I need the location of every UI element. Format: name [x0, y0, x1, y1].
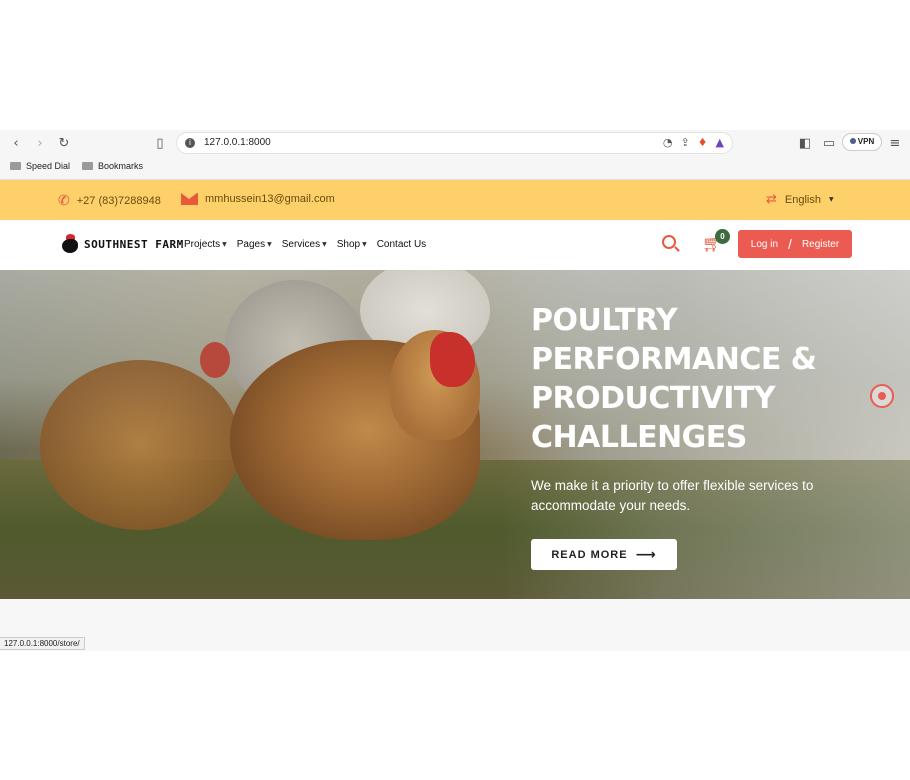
- address-bar[interactable]: i 127.0.0.1:8000 ◔ ⇪ ♦ ▲: [176, 132, 733, 154]
- info-icon[interactable]: i: [185, 138, 195, 148]
- nav-menu: Projects ▼ Pages ▼ Services ▼ Shop ▼ Contact…: [184, 239, 426, 250]
- chevron-down-icon: ▼: [362, 241, 367, 248]
- email-contact[interactable]: mmhussein13@gmail.com: [181, 193, 335, 205]
- mail-icon: [181, 193, 198, 205]
- main-navbar: SOUTHNEST FARM Projects ▼ Pages ▼ Services…: [0, 220, 910, 270]
- url-text: 127.0.0.1:8000: [204, 137, 271, 148]
- hen-image: [40, 360, 240, 530]
- hero-subtitle: We make it a priority to offer flexible …: [531, 478, 814, 513]
- slider-indicator[interactable]: [870, 384, 894, 408]
- register-link[interactable]: Register: [802, 239, 839, 250]
- page-section: [0, 599, 910, 651]
- back-icon[interactable]: ‹: [6, 133, 26, 153]
- contact-bar: ✆ +27 (83)7288948 mmhussein13@gmail.com …: [0, 180, 910, 220]
- nav-item-contact[interactable]: Contact Us: [377, 239, 426, 250]
- nav-item-services[interactable]: Services ▼: [282, 239, 327, 250]
- phone-contact[interactable]: ✆ +27 (83)7288948: [58, 193, 161, 209]
- rooster-icon: [60, 233, 80, 255]
- bookmark-speed-dial[interactable]: Speed Dial: [10, 161, 70, 171]
- logo[interactable]: SOUTHNEST FARM: [60, 233, 184, 255]
- status-url: 127.0.0.1:8000/store/: [0, 637, 85, 650]
- browser-window: ‹ › ↻ ▯ i 127.0.0.1:8000 ◔ ⇪ ♦ ▲ ◧ ▭ VPN…: [0, 130, 910, 651]
- menu-icon[interactable]: ≡: [885, 133, 905, 153]
- rewards-icon[interactable]: ▲: [716, 136, 724, 149]
- logo-text: SOUTHNEST FARM: [84, 237, 184, 251]
- read-more-button[interactable]: READ MORE ⟶: [531, 539, 677, 570]
- hero-title: POULTRY PERFORMANCE & PRODUCTIVITY CHALL…: [531, 303, 817, 455]
- bookmarks-bar: Speed Dial Bookmarks: [0, 156, 910, 180]
- folder-icon: [82, 162, 93, 170]
- browser-toolbar: ‹ › ↻ ▯ i 127.0.0.1:8000 ◔ ⇪ ♦ ▲ ◧ ▭ VPN…: [0, 130, 910, 156]
- phone-icon: ✆: [58, 193, 70, 209]
- language-selector[interactable]: ⇄ English ▼: [766, 192, 834, 207]
- bookmark-bookmarks[interactable]: Bookmarks: [82, 161, 143, 171]
- reload-icon[interactable]: ↻: [54, 133, 74, 153]
- cart-count-badge: 0: [715, 229, 730, 244]
- vpn-dot-icon: [849, 138, 856, 144]
- bookmark-icon[interactable]: ▯: [150, 133, 170, 153]
- speed-icon[interactable]: ◔: [663, 136, 673, 149]
- folder-icon: [10, 162, 21, 170]
- chevron-down-icon: ▼: [322, 241, 327, 248]
- vpn-button[interactable]: VPN: [842, 133, 882, 151]
- wallet-icon[interactable]: ▭: [819, 133, 839, 153]
- sidebar-icon[interactable]: ◧: [795, 133, 815, 153]
- nav-item-pages[interactable]: Pages ▼: [237, 239, 272, 250]
- nav-item-shop[interactable]: Shop ▼: [337, 239, 367, 250]
- chevron-down-icon: ▼: [267, 241, 272, 248]
- login-register-button[interactable]: Log in / Register: [738, 230, 852, 258]
- brave-shield-icon[interactable]: ♦: [698, 136, 708, 149]
- chevron-down-icon: ▼: [828, 196, 834, 203]
- cart-button[interactable]: 🛒︎ 0: [702, 229, 732, 256]
- chevron-down-icon: ▼: [222, 241, 227, 248]
- search-icon[interactable]: [662, 235, 680, 253]
- login-link[interactable]: Log in: [751, 239, 778, 250]
- share-icon[interactable]: ⇪: [680, 136, 689, 149]
- nav-item-projects[interactable]: Projects ▼: [184, 239, 227, 250]
- forward-icon[interactable]: ›: [30, 133, 50, 153]
- arrow-right-icon: ⟶: [635, 546, 657, 563]
- language-icon: ⇄: [766, 192, 777, 207]
- hero-banner: POULTRY PERFORMANCE & PRODUCTIVITY CHALL…: [0, 270, 910, 599]
